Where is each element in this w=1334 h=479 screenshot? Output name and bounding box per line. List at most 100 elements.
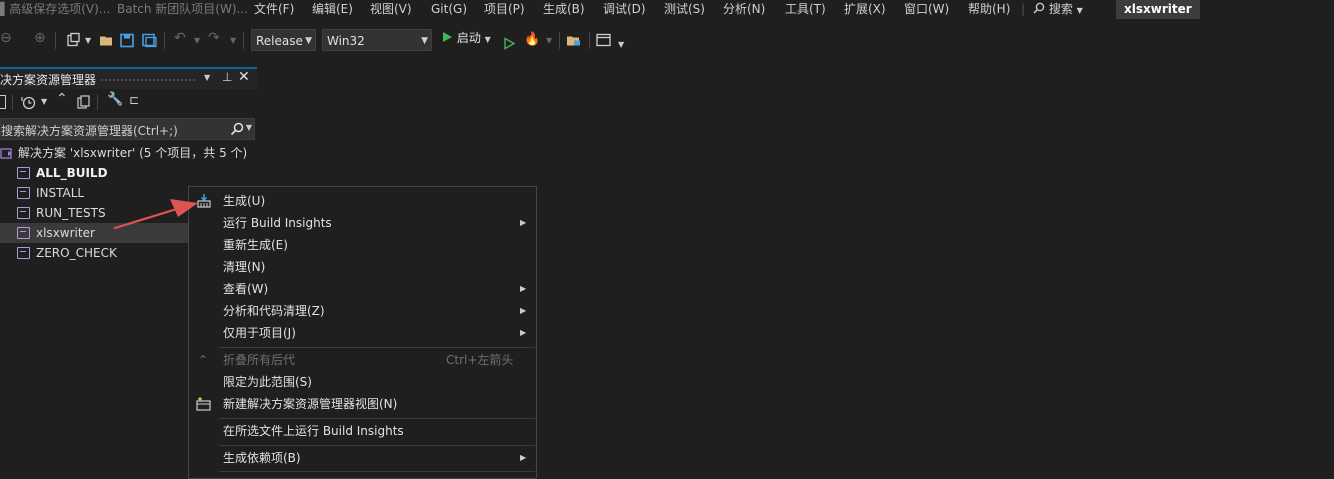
history-icon[interactable] bbox=[21, 95, 36, 110]
start-button[interactable]: 启动 ▼ bbox=[441, 30, 491, 50]
chevron-down-icon[interactable]: ▼ bbox=[85, 32, 91, 49]
menu-item-build-dependencies[interactable]: 生成依赖项(B) ▶ bbox=[189, 447, 536, 469]
undo-icon[interactable]: ↶ bbox=[174, 30, 186, 47]
configuration-value: Release bbox=[256, 34, 303, 48]
menu-item-project-only[interactable]: 仅用于项目(J) ▶ bbox=[189, 322, 536, 344]
save-icon[interactable] bbox=[120, 32, 134, 49]
project-icon bbox=[17, 187, 30, 199]
sync-icon[interactable] bbox=[0, 95, 6, 109]
menu-advanced-save[interactable]: ▌高级保存选项(V)... bbox=[0, 1, 110, 18]
show-all-files-icon[interactable] bbox=[77, 95, 91, 109]
chevron-down-icon[interactable]: ▼ bbox=[546, 32, 552, 49]
chevron-down-icon: ▼ bbox=[305, 36, 312, 46]
search-button[interactable]: 搜索 ▼ bbox=[1033, 0, 1083, 19]
menu-git[interactable]: Git(G) bbox=[431, 1, 467, 18]
menu-separator: | bbox=[1021, 2, 1026, 16]
search-icon bbox=[230, 122, 244, 136]
menu-item-view[interactable]: 查看(W) ▶ bbox=[189, 278, 536, 300]
hot-reload-icon[interactable]: 🔥 bbox=[524, 31, 540, 48]
menu-item-label: 生成依赖项(B) bbox=[223, 451, 301, 465]
project-label: INSTALL bbox=[36, 186, 85, 200]
project-label: RUN_TESTS bbox=[36, 206, 106, 220]
chevron-down-icon: ▼ bbox=[421, 36, 428, 46]
chevron-down-icon[interactable]: ▼ bbox=[194, 32, 200, 49]
toolbar-overflow-icon[interactable]: ▼ bbox=[618, 36, 624, 53]
menu-tools[interactable]: 工具(T) bbox=[785, 1, 826, 18]
build-icon bbox=[197, 194, 211, 208]
menu-item-build[interactable]: 生成(U) bbox=[189, 190, 536, 212]
submenu-arrow-icon: ▶ bbox=[520, 218, 527, 227]
toolbar-separator bbox=[164, 32, 165, 49]
window-layout-icon[interactable] bbox=[596, 32, 612, 49]
shortcut-label: Ctrl+左箭头 bbox=[446, 353, 514, 367]
configuration-select[interactable]: Release ▼ bbox=[251, 29, 316, 51]
pin-icon[interactable]: ⊥ bbox=[222, 70, 232, 84]
toolbar: ⊖ ⊕ ▼ ↶ ▼ ↷ ▼ Release ▼ Win32 ▼ 启动 ▼ 🔥 ▼ bbox=[0, 27, 1334, 54]
menu-window[interactable]: 窗口(W) bbox=[904, 1, 949, 18]
menu-bar: ▌高级保存选项(V)... Batch 新团队项目(W)... 文件(F) 编辑… bbox=[0, 0, 1334, 19]
new-project-icon[interactable] bbox=[65, 31, 81, 48]
tree-item-all-build[interactable]: ALL_BUILD bbox=[0, 163, 188, 183]
drag-grip[interactable] bbox=[100, 78, 197, 82]
menu-extensions[interactable]: 扩展(X) bbox=[844, 1, 886, 18]
context-menu: 生成(U) 运行 Build Insights ▶ 重新生成(E) 清理(N) … bbox=[188, 186, 537, 479]
collapse-all-icon[interactable]: ⌃ bbox=[56, 91, 68, 107]
menu-new-team-project[interactable]: Batch 新团队项目(W)... bbox=[117, 1, 248, 18]
menu-item-new-view[interactable]: 新建解决方案资源管理器视图(N) bbox=[189, 393, 536, 415]
menu-item-collapse-all[interactable]: ⌃ 折叠所有后代 Ctrl+左箭头 bbox=[189, 349, 536, 371]
menu-file[interactable]: 文件(F) bbox=[254, 1, 294, 18]
solution-search-input[interactable]: 搜索解决方案资源管理器(Ctrl+;) ▼ bbox=[0, 118, 255, 140]
menu-item-label: 查看(W) bbox=[223, 282, 269, 296]
menu-item-analyze[interactable]: 分析和代码清理(Z) ▶ bbox=[189, 300, 536, 322]
menu-item-scope-to-this[interactable]: 限定为此范围(S) bbox=[189, 371, 536, 393]
open-folder-icon[interactable] bbox=[99, 32, 115, 49]
tree-item-xlsxwriter[interactable]: xlsxwriter bbox=[0, 223, 188, 243]
submenu-arrow-icon: ▶ bbox=[520, 328, 527, 337]
chevron-down-icon[interactable]: ▼ bbox=[246, 123, 252, 132]
save-all-icon[interactable] bbox=[142, 32, 157, 49]
menu-edit[interactable]: 编辑(E) bbox=[312, 1, 353, 18]
browse-folder-icon[interactable] bbox=[566, 32, 582, 49]
menu-item-label: 生成(U) bbox=[223, 194, 266, 208]
menu-item-build-insights-selected[interactable]: 在所选文件上运行 Build Insights bbox=[189, 420, 536, 442]
project-label: xlsxwriter bbox=[36, 226, 95, 240]
menu-item-label: 清理(N) bbox=[223, 260, 266, 274]
chevron-down-icon[interactable]: ▼ bbox=[41, 97, 47, 106]
menu-project[interactable]: 项目(P) bbox=[484, 1, 525, 18]
menu-item-rebuild[interactable]: 重新生成(E) bbox=[189, 234, 536, 256]
menu-item-clean[interactable]: 清理(N) bbox=[189, 256, 536, 278]
toolbar-separator bbox=[589, 32, 590, 49]
search-placeholder: 搜索解决方案资源管理器(Ctrl+;) bbox=[1, 124, 178, 138]
wrench-icon[interactable]: 🔧 bbox=[107, 92, 123, 107]
menu-item-build-insights[interactable]: 运行 Build Insights ▶ bbox=[189, 212, 536, 234]
redo-icon[interactable]: ↷ bbox=[208, 30, 220, 47]
tree-item-zero-check[interactable]: ZERO_CHECK bbox=[0, 243, 188, 263]
project-icon bbox=[17, 227, 30, 239]
chevron-down-icon[interactable]: ▼ bbox=[204, 73, 210, 82]
solution-label: 解决方案 'xlsxwriter' (5 个项目，共 5 个) bbox=[18, 146, 248, 160]
solution-explorer-header: 决方案资源管理器 ▼ ⊥ ✕ bbox=[0, 67, 257, 89]
platform-select[interactable]: Win32 ▼ bbox=[322, 29, 432, 51]
solution-node[interactable]: 解决方案 'xlsxwriter' (5 个项目，共 5 个) bbox=[0, 143, 247, 163]
preview-icon[interactable]: ⊏ bbox=[129, 93, 139, 107]
tree-item-run-tests[interactable]: RUN_TESTS bbox=[0, 203, 188, 223]
menu-item-label: 新建解决方案资源管理器视图(N) bbox=[223, 397, 398, 411]
close-icon[interactable]: ✕ bbox=[238, 69, 250, 85]
toolbar-separator bbox=[97, 94, 98, 110]
chevron-down-icon: ▼ bbox=[484, 35, 491, 44]
back-icon[interactable]: ⊖ bbox=[0, 30, 12, 47]
menu-separator bbox=[219, 347, 535, 348]
chevron-down-icon[interactable]: ▼ bbox=[230, 32, 236, 49]
menu-debug[interactable]: 调试(D) bbox=[603, 1, 646, 18]
toolbar-separator bbox=[55, 32, 56, 49]
project-icon bbox=[17, 207, 30, 219]
menu-test[interactable]: 测试(S) bbox=[664, 1, 705, 18]
menu-analyze[interactable]: 分析(N) bbox=[723, 1, 765, 18]
new-window-icon bbox=[196, 397, 211, 411]
menu-view[interactable]: 视图(V) bbox=[370, 1, 412, 18]
forward-icon[interactable]: ⊕ bbox=[34, 30, 46, 47]
start-without-debug-icon[interactable] bbox=[503, 35, 515, 52]
menu-build[interactable]: 生成(B) bbox=[543, 1, 585, 18]
menu-help[interactable]: 帮助(H) bbox=[968, 1, 1010, 18]
tree-item-install[interactable]: INSTALL bbox=[0, 183, 188, 203]
